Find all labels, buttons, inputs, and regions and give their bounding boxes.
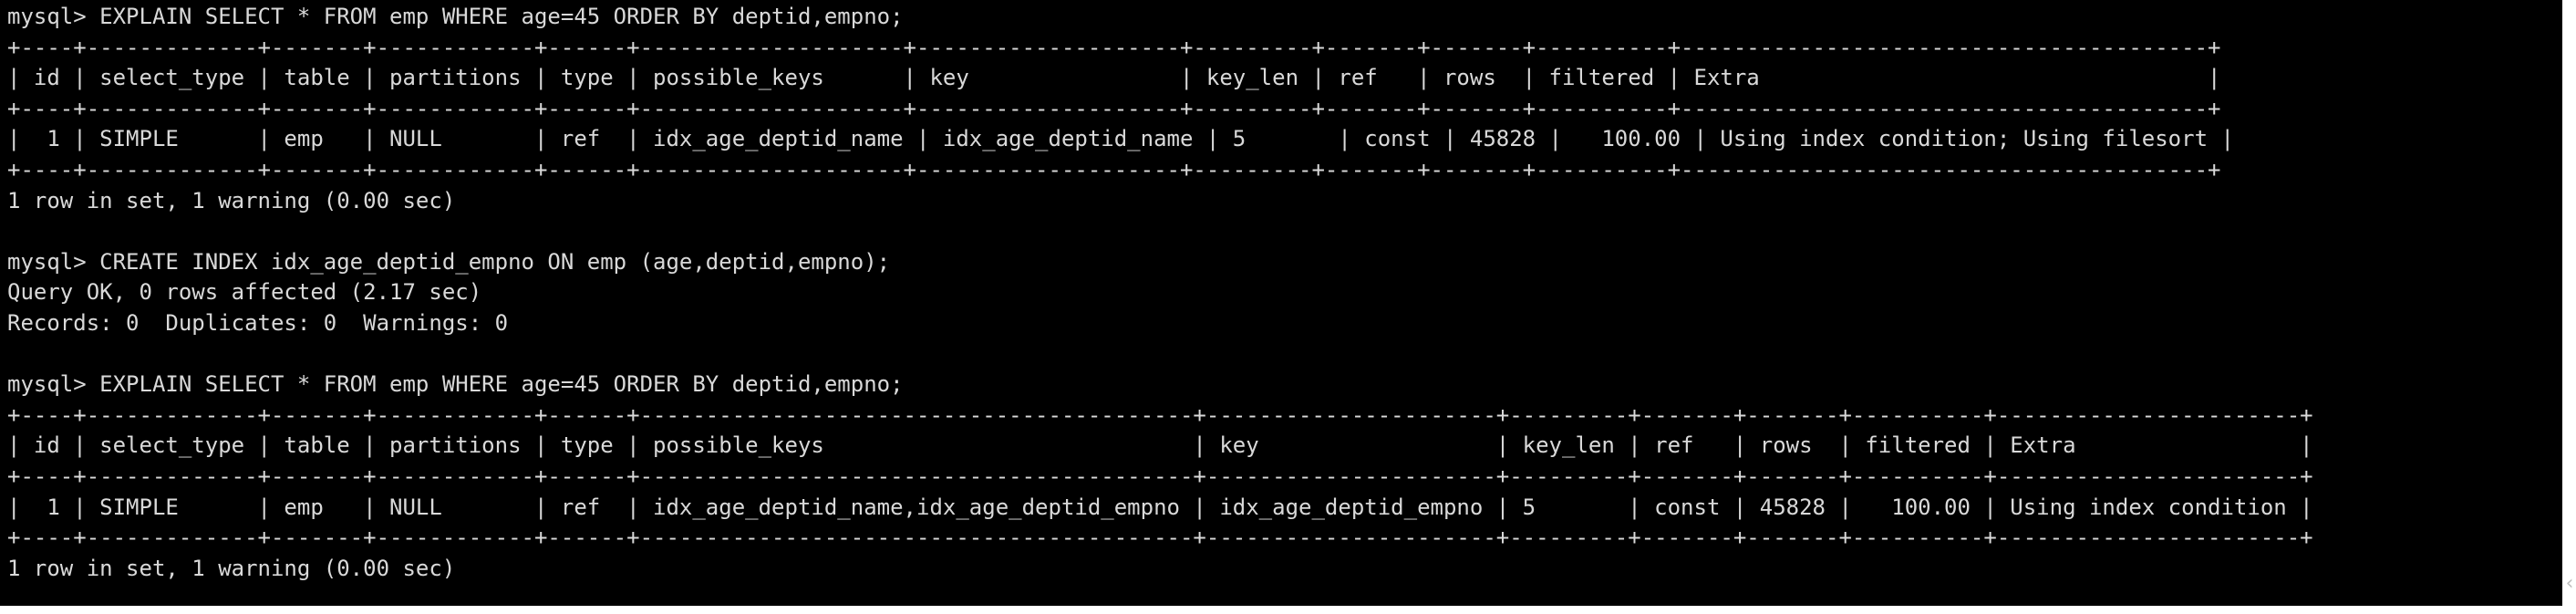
table-border: +----+-------------+-------+------------… bbox=[7, 156, 2221, 182]
table-header-row: | id | select_type | table | partitions … bbox=[7, 432, 2313, 459]
table-border: +----+-------------+-------+------------… bbox=[7, 463, 2313, 489]
table-border: +----+-------------+-------+------------… bbox=[7, 95, 2221, 121]
prompt-line: mysql> EXPLAIN SELECT * FROM emp WHERE a… bbox=[7, 4, 904, 29]
terminal-output[interactable]: mysql> EXPLAIN SELECT * FROM emp WHERE a… bbox=[0, 0, 2562, 606]
records-line: Records: 0 Duplicates: 0 Warnings: 0 bbox=[7, 309, 509, 336]
table-border: +----+-------------+-------+------------… bbox=[7, 525, 2313, 551]
table-header-row: | id | select_type | table | partitions … bbox=[7, 65, 2221, 91]
table-border: +----+-------------+-------+------------… bbox=[7, 34, 2221, 60]
table-border: +----+-------------+-------+------------… bbox=[7, 401, 2313, 428]
query-ok-line: Query OK, 0 rows affected (2.17 sec) bbox=[7, 279, 482, 306]
table-row: | 1 | SIMPLE | emp | NULL | ref | idx_ag… bbox=[7, 494, 2313, 520]
table-row: | 1 | SIMPLE | emp | NULL | ref | idx_ag… bbox=[7, 126, 2234, 152]
prompt-line: mysql> CREATE INDEX idx_age_deptid_empno… bbox=[7, 248, 891, 275]
scroll-grip-icon[interactable]: ‹ bbox=[2563, 573, 2576, 595]
result-summary-line: 1 row in set, 1 warning (0.00 sec) bbox=[7, 187, 456, 213]
prompt-line: mysql> EXPLAIN SELECT * FROM emp WHERE a… bbox=[7, 371, 904, 398]
result-summary-line: 1 row in set, 1 warning (0.00 sec) bbox=[7, 555, 456, 581]
